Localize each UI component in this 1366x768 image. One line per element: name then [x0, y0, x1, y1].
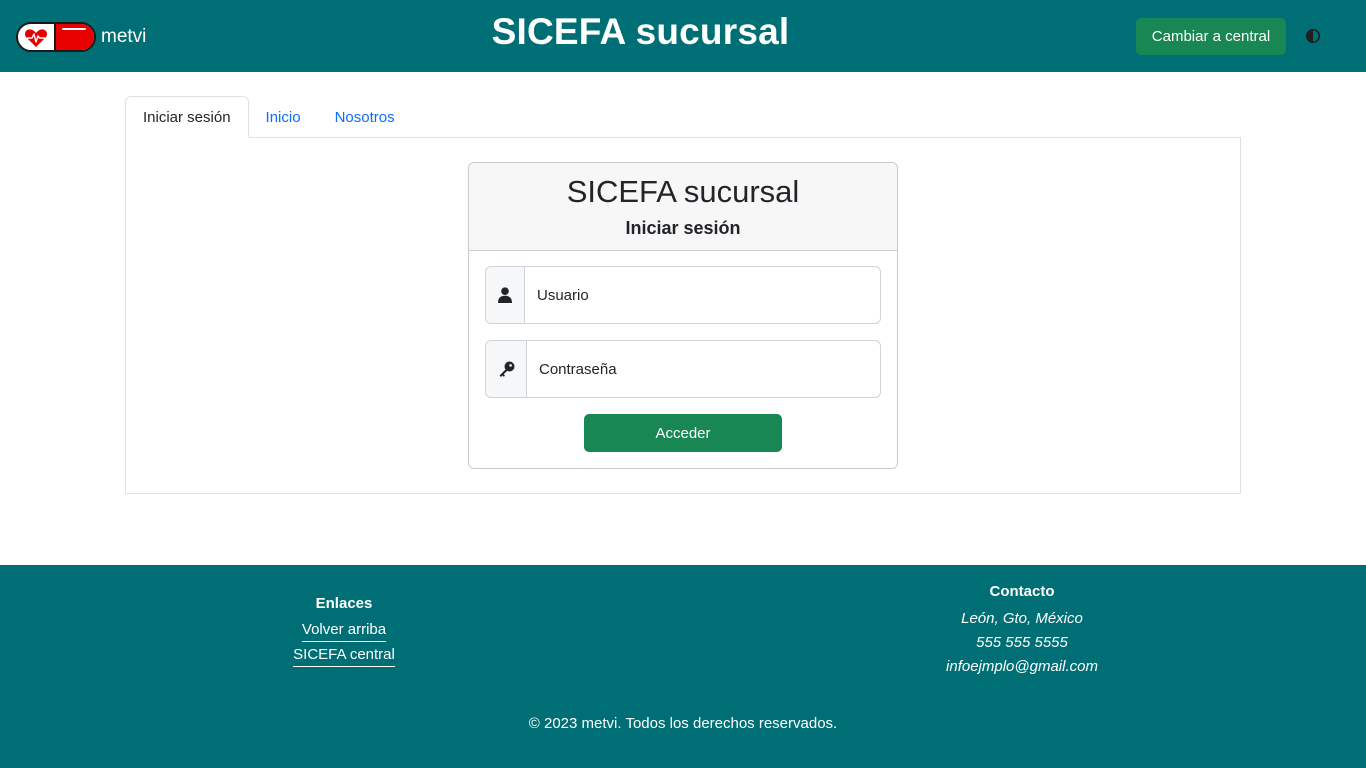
login-card: SICEFA sucursal Iniciar sesión Acceder: [468, 162, 898, 469]
footer: Enlaces Volver arriba SICEFA central Con…: [0, 565, 1366, 768]
username-field-group: [485, 266, 881, 324]
contrast-icon[interactable]: [1305, 28, 1321, 44]
contact-heading: Contacto: [989, 583, 1055, 600]
links-heading: Enlaces: [315, 595, 373, 612]
sicefa-central-link[interactable]: SICEFA central: [293, 644, 395, 667]
login-card-header: SICEFA sucursal Iniciar sesión: [469, 163, 897, 251]
login-title: SICEFA sucursal: [566, 174, 800, 209]
key-icon: [486, 341, 527, 397]
password-input[interactable]: [527, 341, 880, 397]
login-submit-button[interactable]: Acceder: [584, 414, 782, 452]
contact-email: infoejmplo@gmail.com: [946, 658, 1098, 675]
contact-location: León, Gto, México: [961, 610, 1083, 627]
copyright: © 2023 metvi. Todos los derechos reserva…: [528, 715, 838, 732]
password-field-group: [485, 340, 881, 398]
tab-login[interactable]: Iniciar sesión: [125, 96, 249, 138]
username-input[interactable]: [525, 267, 880, 323]
user-icon: [486, 267, 525, 323]
contact-phone: 555 555 5555: [976, 634, 1068, 651]
footer-contact: Contacto León, Gto, México 555 555 5555 …: [872, 583, 1172, 679]
top-navbar: metvi SICEFA sucursal Cambiar a central: [0, 0, 1366, 72]
page-title: SICEFA sucursal: [491, 11, 790, 52]
footer-links: Enlaces Volver arriba SICEFA central: [244, 595, 444, 669]
back-to-top-link[interactable]: Volver arriba: [301, 619, 387, 642]
tab-bar: Iniciar sesión Inicio Nosotros: [125, 96, 412, 138]
tab-about[interactable]: Nosotros: [318, 96, 412, 138]
switch-to-central-button[interactable]: Cambiar a central: [1136, 18, 1286, 55]
login-subtitle: Iniciar sesión: [625, 218, 741, 238]
tab-home[interactable]: Inicio: [249, 96, 318, 138]
